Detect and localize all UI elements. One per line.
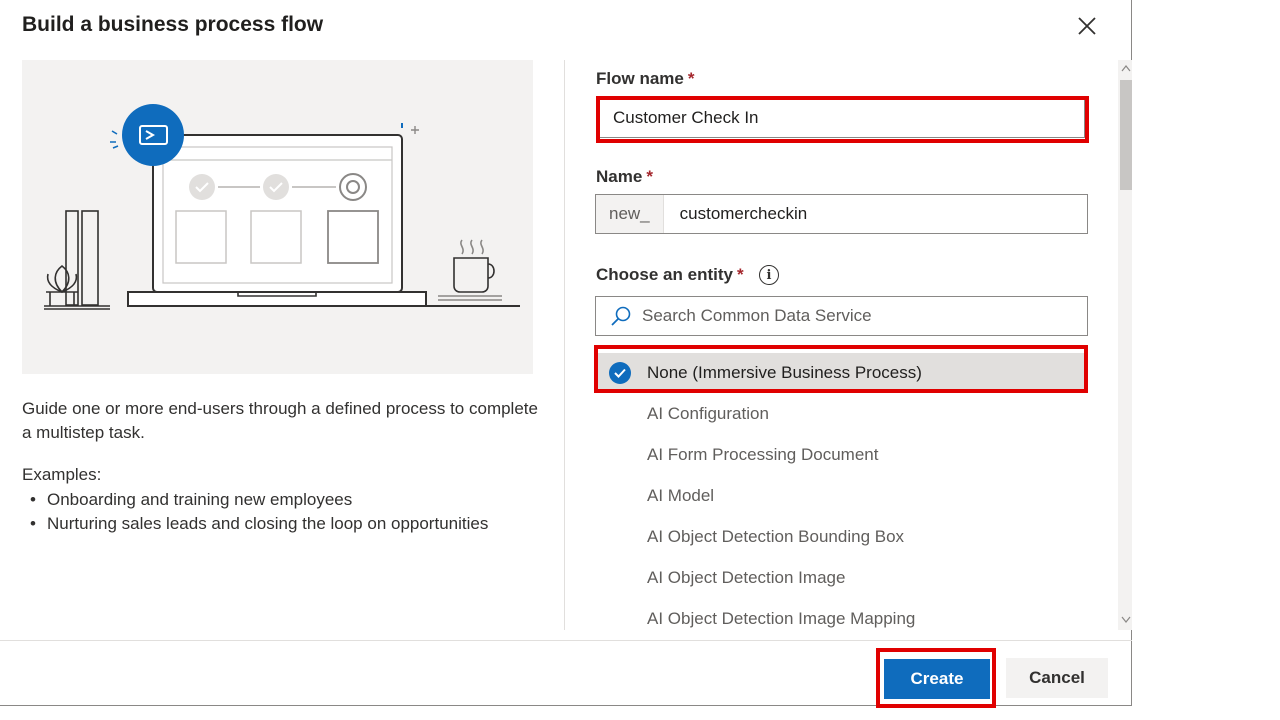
search-icon (611, 306, 631, 326)
scroll-up-icon[interactable] (1121, 64, 1131, 72)
entity-search-input[interactable]: Search Common Data Service (595, 296, 1088, 336)
dialog-description: Guide one or more end-users through a de… (22, 399, 538, 442)
example-item: Onboarding and training new employees (22, 488, 488, 512)
examples-label: Examples: (22, 465, 102, 484)
entity-option[interactable]: AI Object Detection Image (598, 558, 1084, 598)
entity-option[interactable]: AI Configuration (598, 394, 1084, 434)
entity-option[interactable]: AI Model (598, 476, 1084, 516)
cancel-button[interactable]: Cancel (1006, 658, 1108, 698)
close-icon[interactable] (1072, 11, 1102, 41)
search-placeholder: Search Common Data Service (642, 306, 872, 325)
business-process-flow-dialog: Build a business process flow Guide one … (0, 0, 1132, 706)
entity-option[interactable]: AI Object Detection Image Mapping (598, 599, 1084, 639)
entity-option-label: None (Immersive Business Process) (647, 363, 922, 382)
flow-name-label: Flow name * (596, 69, 695, 88)
entity-option-selected[interactable]: None (Immersive Business Process) (598, 353, 1084, 393)
scrollbar-thumb[interactable] (1120, 80, 1132, 190)
name-input[interactable]: new_ customercheckin (595, 194, 1088, 234)
required-marker: * (646, 167, 653, 186)
entity-option[interactable]: AI Object Detection Bounding Box (598, 517, 1084, 557)
footer-divider (0, 640, 1132, 641)
examples-list: Onboarding and training new employees Nu… (22, 488, 488, 536)
scroll-down-icon[interactable] (1121, 616, 1131, 624)
entity-label: Choose an entity * (596, 265, 744, 284)
checkmark-icon (609, 362, 631, 384)
name-label: Name * (596, 167, 653, 186)
required-marker: * (736, 265, 744, 284)
column-divider (564, 60, 565, 630)
name-value: customercheckin (679, 204, 808, 223)
info-icon[interactable]: i (759, 265, 779, 285)
flow-name-value: Customer Check In (613, 108, 759, 127)
flow-name-input[interactable]: Customer Check In (599, 98, 1085, 138)
required-marker: * (687, 69, 695, 88)
example-item: Nurturing sales leads and closing the lo… (22, 512, 488, 536)
dialog-title: Build a business process flow (22, 13, 324, 36)
create-button[interactable]: Create (884, 659, 990, 699)
name-prefix: new_ (596, 195, 664, 233)
illustration-laptop (22, 60, 533, 374)
entity-option[interactable]: AI Form Processing Document (598, 435, 1084, 475)
